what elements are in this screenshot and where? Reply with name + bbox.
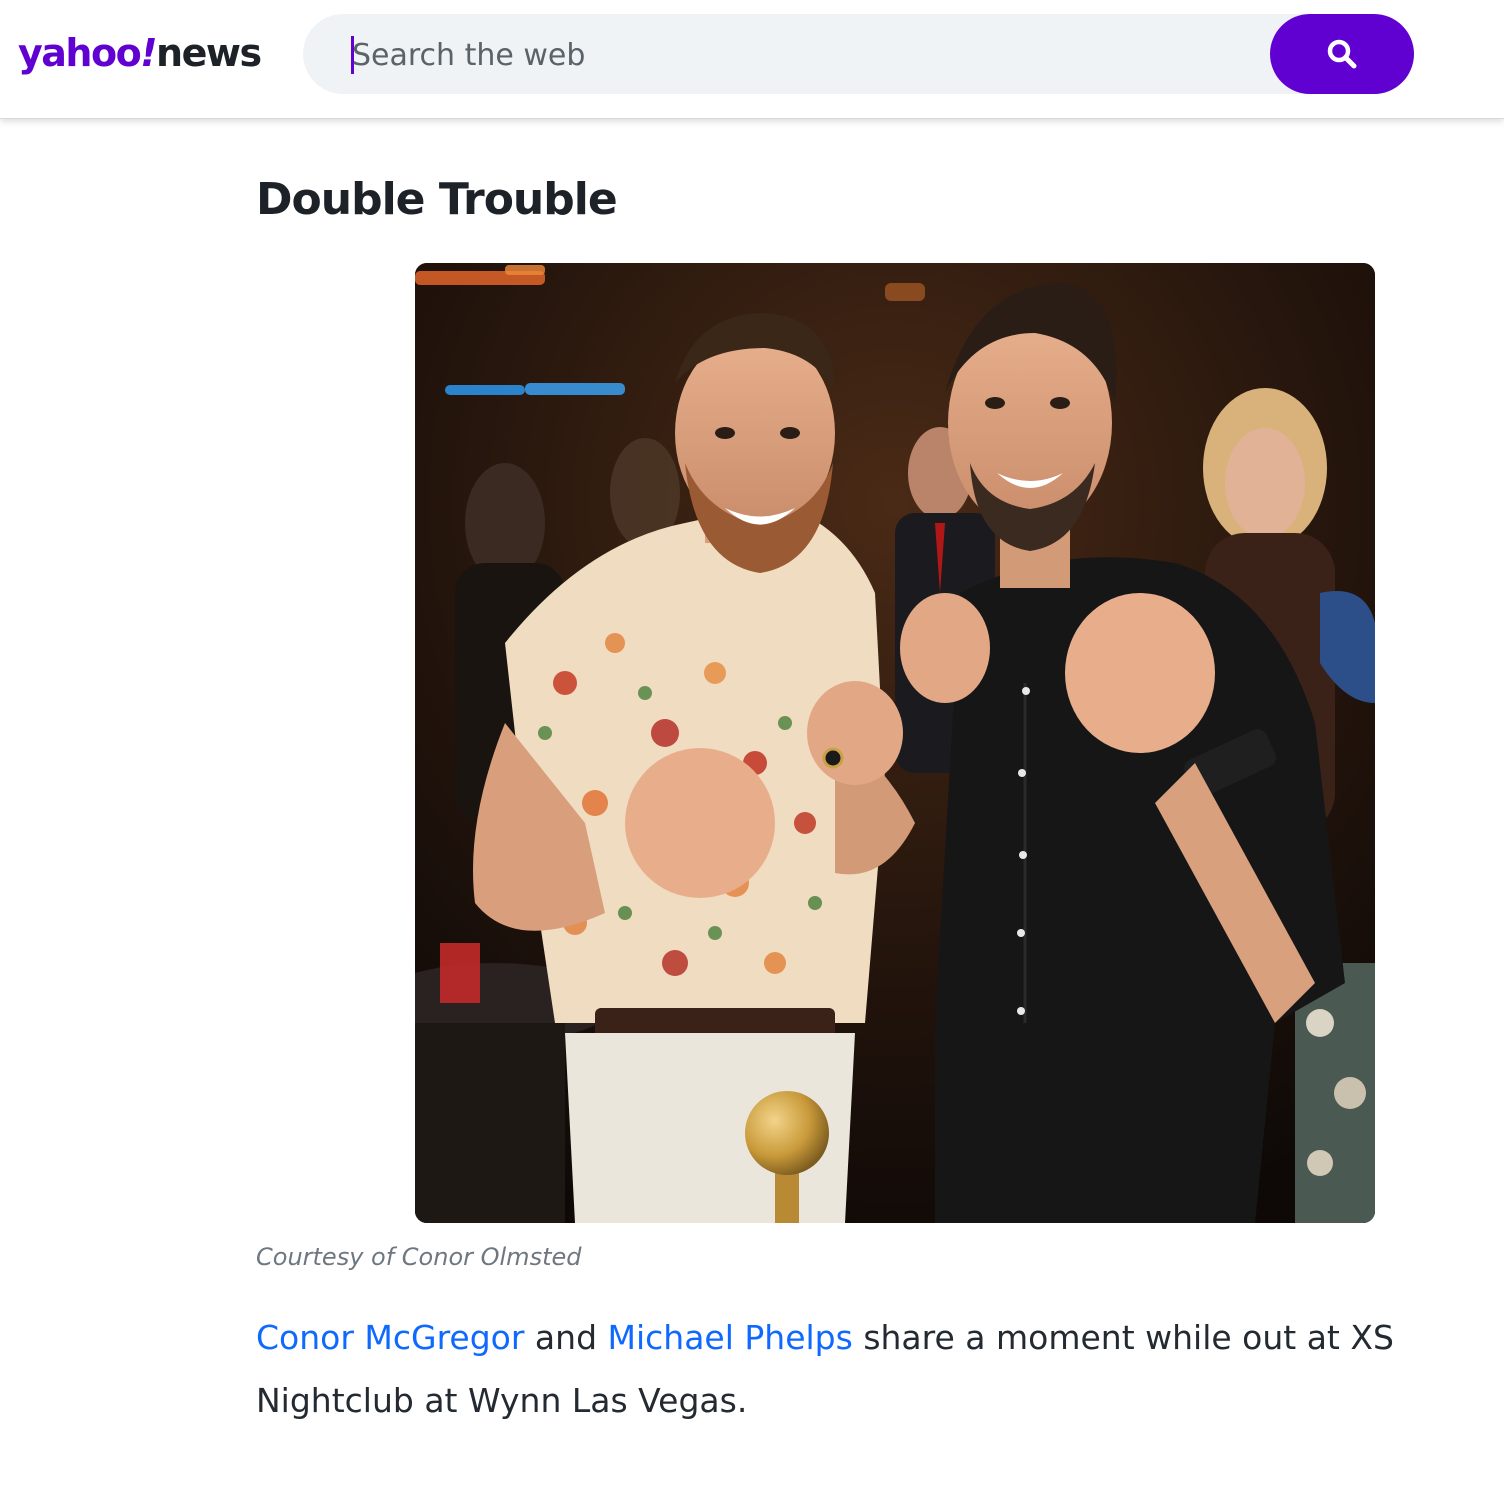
- top-header: yahoo!news: [0, 0, 1504, 119]
- photo-illustration: [415, 263, 1375, 1223]
- logo-bang: !: [140, 31, 157, 75]
- caption-text-and: and: [524, 1318, 608, 1357]
- link-michael-phelps[interactable]: Michael Phelps: [608, 1318, 853, 1357]
- article-title: Double Trouble: [256, 174, 618, 225]
- image-credit: Courtesy of Conor Olmsted: [256, 1243, 582, 1271]
- link-conor-mcgregor[interactable]: Conor McGregor: [256, 1318, 524, 1357]
- search-button[interactable]: [1270, 14, 1414, 94]
- search-input[interactable]: [350, 28, 1254, 82]
- article-photo: [415, 263, 1375, 1223]
- logo-brand: yahoo: [18, 31, 142, 75]
- search-bar: [303, 14, 1414, 94]
- search-icon: [1327, 39, 1357, 69]
- logo-section: news: [156, 31, 262, 75]
- article-caption: Conor McGregor and Michael Phelps share …: [256, 1306, 1396, 1432]
- yahoo-news-logo[interactable]: yahoo!news: [18, 28, 262, 78]
